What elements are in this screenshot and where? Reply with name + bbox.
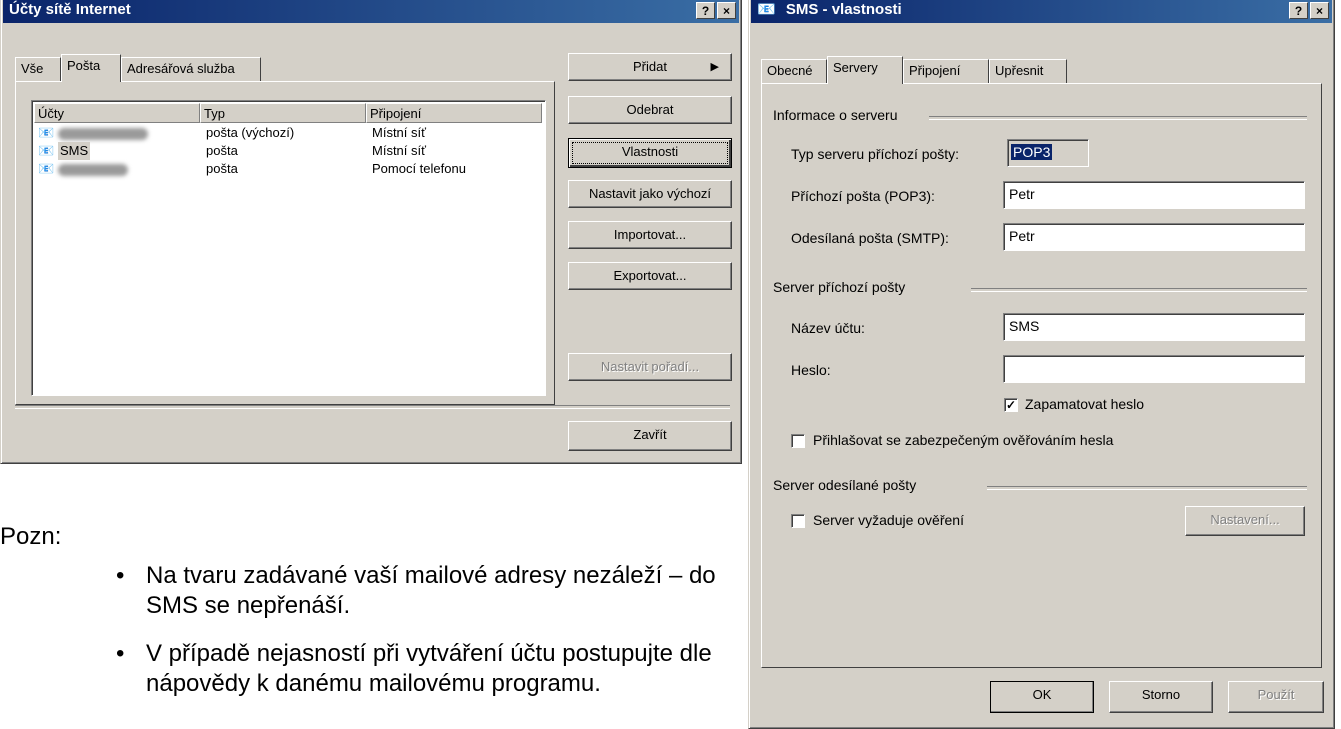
bullet-dot: •: [116, 562, 125, 589]
ok-button[interactable]: OK: [990, 681, 1094, 713]
account-connection: Místní síť: [372, 125, 426, 140]
help-button[interactable]: ?: [1289, 2, 1308, 19]
tab-general[interactable]: Obecné: [761, 59, 827, 83]
account-name-label: Název účtu:: [791, 320, 865, 336]
table-row[interactable]: 📧 pošta (výchozí) Místní síť: [34, 124, 543, 142]
incoming-server-input[interactable]: Petr: [1003, 181, 1305, 209]
properties-tabs: Obecné Servery Připojení Upřesnit: [761, 56, 1321, 84]
group-title-outgoing-server: Server odesílané pošty: [773, 477, 917, 493]
properties-window-titlebar[interactable]: 📧 SMS - vlastnosti ? ×: [751, 0, 1332, 23]
group-title-server-info: Informace o serveru: [773, 107, 898, 123]
account-type: pošta: [206, 143, 238, 158]
arrow-right-icon: ▶: [710, 61, 719, 73]
tab-all[interactable]: Vše: [15, 57, 61, 81]
incoming-server-label: Příchozí pošta (POP3):: [791, 188, 935, 204]
account-type: pošta: [206, 161, 238, 176]
set-order-button[interactable]: Nastavit pořadí...: [568, 353, 732, 381]
close-button[interactable]: ×: [1310, 2, 1329, 19]
mail-account-icon: 📧: [38, 143, 55, 158]
spa-checkbox[interactable]: [791, 434, 805, 448]
tab-advanced[interactable]: Upřesnit: [989, 59, 1067, 83]
mail-icon: 📧: [757, 1, 776, 18]
close-dialog-button[interactable]: Zavřít: [568, 421, 732, 451]
tab-connection[interactable]: Připojení: [903, 59, 989, 83]
tab-mail[interactable]: Pošta: [61, 54, 121, 82]
mail-account-icon: 📧: [38, 125, 55, 140]
account-name: SMS: [58, 142, 91, 160]
accounts-window-titlebar[interactable]: Účty sítě Internet ? ×: [3, 0, 739, 23]
remember-password-checkbox[interactable]: ✓: [1004, 398, 1018, 412]
note-item: V případě nejasností při vytváření účtu …: [146, 640, 712, 697]
account-connection: Pomocí telefonu: [372, 161, 466, 176]
remove-button[interactable]: Odebrat: [568, 96, 732, 124]
tab-directory-service[interactable]: Adresářová služba: [121, 57, 261, 81]
server-auth-label: Server vyžaduje ověření: [813, 512, 964, 528]
outgoing-settings-button[interactable]: Nastavení...: [1185, 506, 1305, 536]
add-button-label: Přidat: [633, 59, 667, 74]
properties-button[interactable]: Vlastnosti: [568, 138, 732, 168]
group-line: [987, 486, 1307, 490]
outgoing-server-label: Odesílaná pošta (SMTP):: [791, 230, 949, 246]
cancel-button[interactable]: Storno: [1109, 681, 1213, 713]
divider: [15, 405, 730, 409]
password-input[interactable]: [1003, 355, 1305, 383]
account-name-value: SMS: [1009, 318, 1040, 334]
server-auth-checkbox[interactable]: [791, 514, 805, 528]
import-button[interactable]: Importovat...: [568, 221, 732, 249]
outgoing-server-value: Petr: [1009, 228, 1035, 244]
account-name-redacted: [58, 160, 128, 178]
incoming-server-value: Petr: [1009, 186, 1035, 202]
tab-servers[interactable]: Servery: [827, 56, 903, 84]
table-row[interactable]: 📧 SMS pošta Místní síť: [34, 142, 543, 160]
account-connection: Místní síť: [372, 143, 426, 158]
table-row[interactable]: 📧 pošta Pomocí telefonu: [34, 160, 543, 178]
account-name-input[interactable]: SMS: [1003, 313, 1305, 341]
group-line: [929, 116, 1307, 120]
export-button[interactable]: Exportovat...: [568, 262, 732, 290]
group-title-incoming-server: Server příchozí pošty: [773, 279, 906, 295]
close-button[interactable]: ×: [717, 2, 736, 19]
spa-label: Přihlašovat se zabezpečeným ověřováním h…: [813, 432, 1114, 448]
properties-window: 📧 SMS - vlastnosti ? × Obecné Servery Př…: [748, 0, 1335, 729]
column-header-accounts[interactable]: Účty: [34, 103, 200, 123]
column-header-type[interactable]: Typ: [200, 103, 366, 123]
group-line: [971, 288, 1307, 292]
accounts-tabs: Vše Pošta Adresářová služba: [15, 54, 555, 82]
password-label: Heslo:: [791, 362, 831, 378]
add-button[interactable]: Přidat ▶: [568, 53, 732, 81]
note-item: Na tvaru zadávané vaší mailové adresy ne…: [146, 562, 716, 619]
bullet-dot: •: [116, 640, 125, 667]
incoming-type-label: Typ serveru příchozí pošty:: [791, 146, 960, 162]
apply-button[interactable]: Použít: [1228, 681, 1324, 713]
account-name-redacted: [58, 124, 148, 142]
incoming-type-value: POP3: [1011, 144, 1053, 160]
column-header-connection[interactable]: Připojení: [366, 103, 542, 123]
note-heading: Pozn:: [0, 523, 62, 550]
account-type: pošta (výchozí): [206, 125, 295, 140]
properties-window-title: SMS - vlastnosti: [785, 1, 902, 18]
set-default-button[interactable]: Nastavit jako výchozí: [568, 180, 732, 208]
accounts-window-title: Účty sítě Internet: [9, 1, 131, 18]
help-button[interactable]: ?: [696, 2, 715, 19]
outgoing-server-input[interactable]: Petr: [1003, 223, 1305, 251]
incoming-type-field: POP3: [1007, 139, 1089, 167]
mail-account-icon: 📧: [38, 161, 55, 176]
remember-password-label: Zapamatovat heslo: [1025, 396, 1145, 412]
accounts-window: Účty sítě Internet ? × Vše Pošta Adresář…: [0, 0, 742, 464]
accounts-list[interactable]: Účty Typ Připojení 📧 pošta (výchozí) Mís…: [31, 100, 546, 396]
